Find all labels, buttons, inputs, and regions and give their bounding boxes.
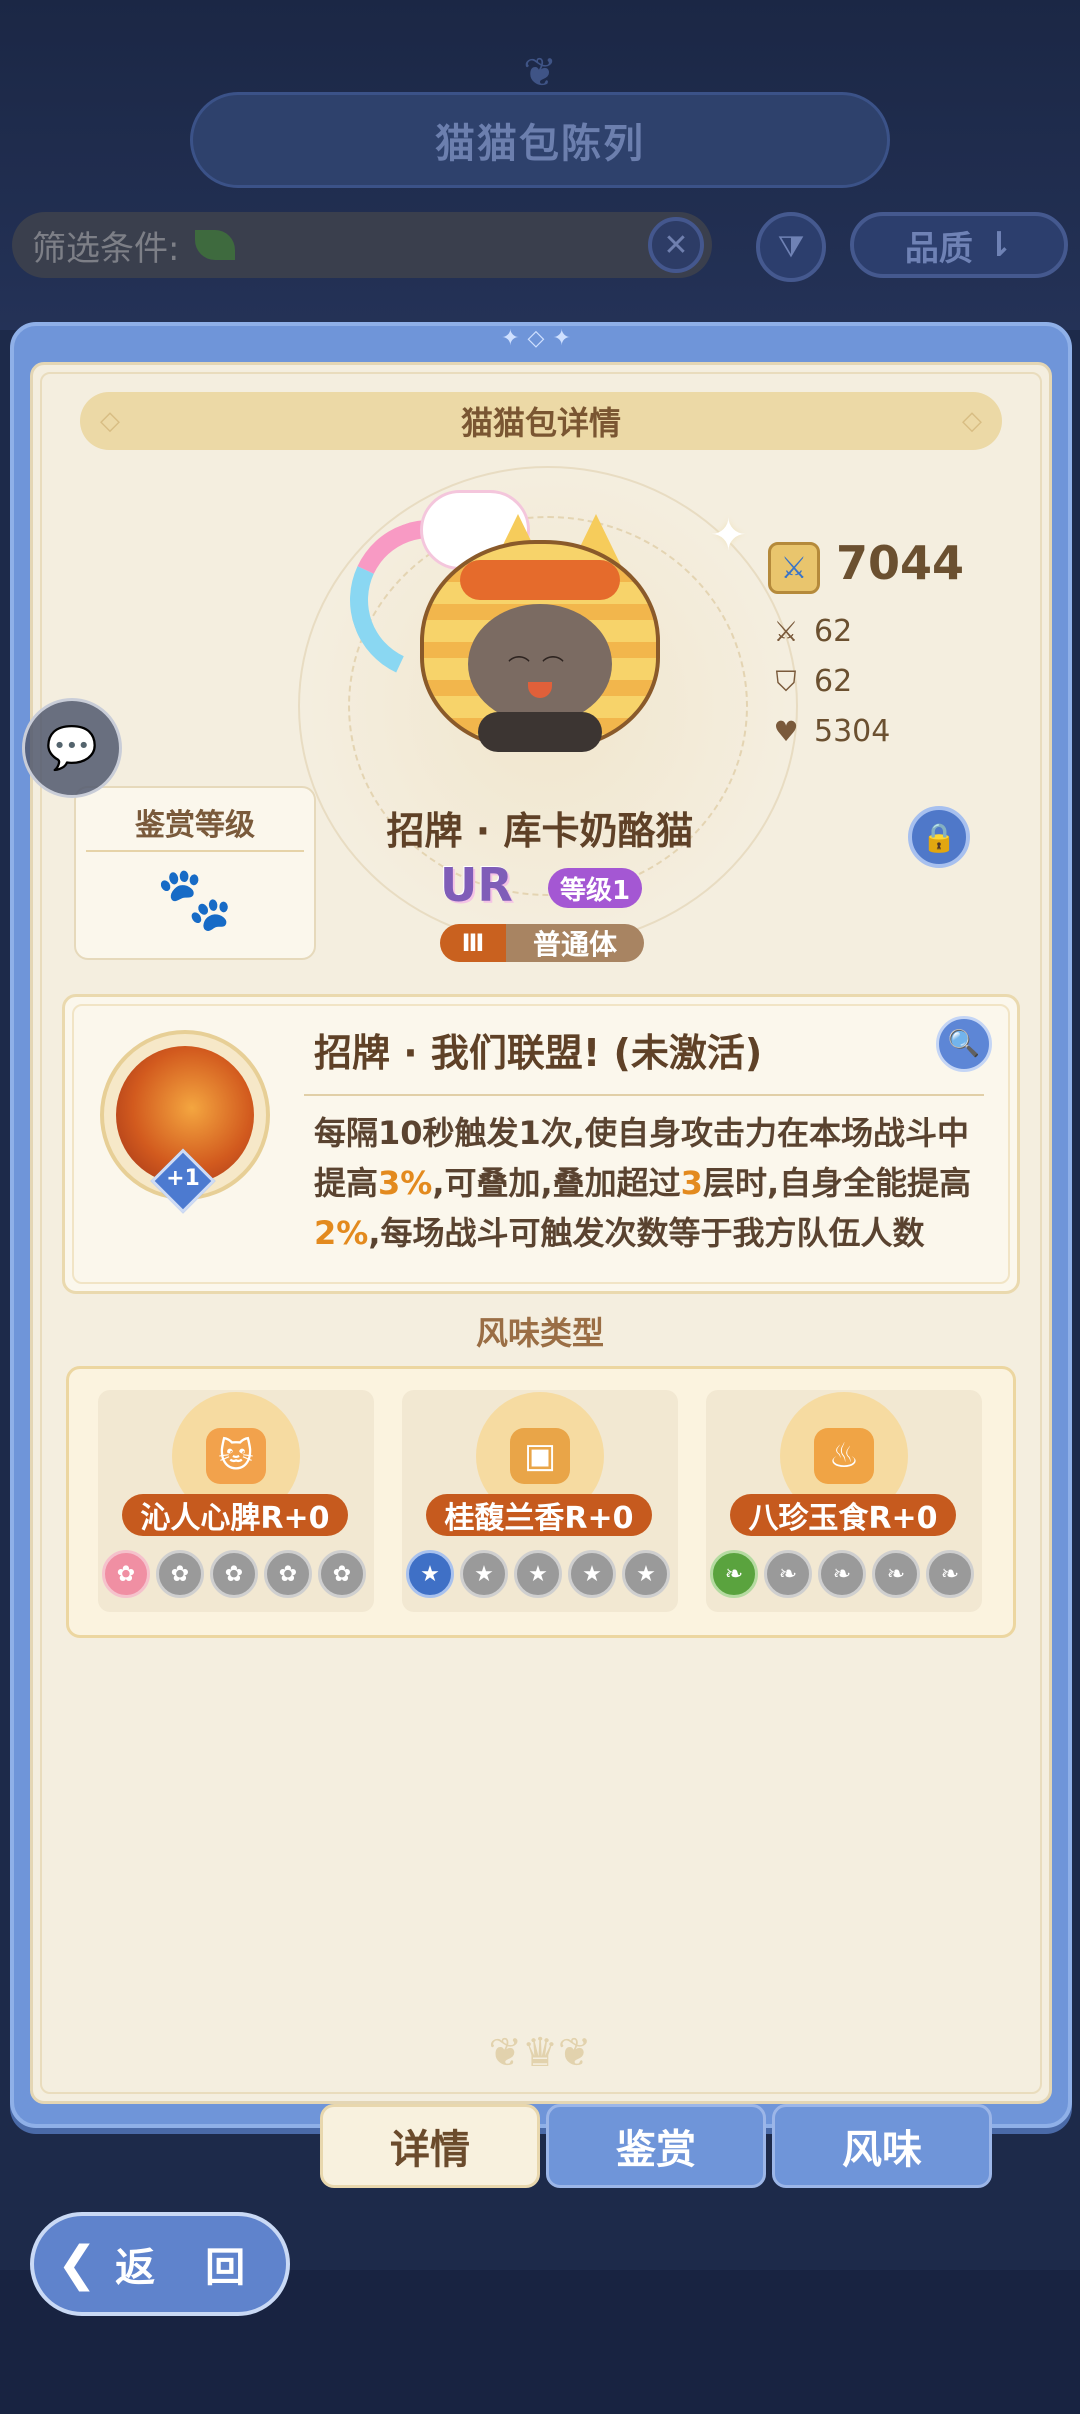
panel-gem-ornament: ✦◇✦ <box>501 326 579 351</box>
quality-sort-button[interactable]: 品质 ⇂ <box>850 212 1068 278</box>
flower-icon: ✿ <box>156 1550 204 1598</box>
paw-icon: 🐾 <box>156 862 234 935</box>
leaf-icon: ❧ <box>872 1550 920 1598</box>
flower-icon: ✿ <box>210 1550 258 1598</box>
power-value: 7044 <box>836 536 965 590</box>
attack-stat: ⚔ 62 <box>770 614 852 649</box>
defense-value: 62 <box>814 664 853 699</box>
flower-icon: ✿ <box>318 1550 366 1598</box>
skill-description[interactable]: 每隔10秒触发1次,使自身攻击力在本场战斗中提高3%,可叠加,叠加超过3层时,自… <box>314 1108 974 1268</box>
flower-icon: ✿ <box>102 1550 150 1598</box>
tab-detail[interactable]: 详情 <box>320 2104 540 2188</box>
bottom-ornament: ❦♛❦ <box>488 2030 592 2076</box>
leaf-icon: ❧ <box>818 1550 866 1598</box>
page-title: 猫猫包陈列 <box>190 92 890 188</box>
cat-name: 招牌 · 库卡奶酪猫 <box>386 809 694 853</box>
lock-icon: 🔒 <box>921 820 957 854</box>
rank-badge: Ⅲ <box>440 924 506 962</box>
level-badge: 等级1 <box>548 868 642 908</box>
filter-bar[interactable]: 筛选条件: <box>12 212 712 278</box>
lock-button[interactable]: 🔒 <box>908 806 970 868</box>
leaf-icon: ❧ <box>710 1550 758 1598</box>
attack-value: 62 <box>814 614 853 649</box>
cat-eyes: ⌒⌒ <box>507 656 576 681</box>
star-shield-icon: ★ <box>406 1550 454 1598</box>
back-arrow-icon: ❮ <box>56 2236 98 2292</box>
skill-plus-label: +1 <box>166 1166 200 1191</box>
tab-flavor[interactable]: 风味 <box>772 2104 992 2188</box>
skill-divider <box>304 1094 984 1096</box>
sparkle-icon: ✦ <box>710 510 747 561</box>
heart-icon: ♥ <box>773 715 799 748</box>
hp-stat: ♥ 5304 <box>770 714 890 749</box>
quality-label: 品质 <box>904 228 973 269</box>
back-button[interactable]: ❮ 返 回 <box>30 2212 290 2316</box>
flavor-dots: ★ ★ ★ ★ ★ <box>406 1550 670 1598</box>
cat-bow <box>460 560 620 600</box>
cat-paws <box>478 712 602 752</box>
chat-bubble-icon: 💬 <box>45 723 99 772</box>
detail-header: ◇ 猫猫包详情 ◇ <box>80 392 1002 450</box>
body-type-badge: 普通体 <box>506 924 644 962</box>
magnifier-icon: 🔍 <box>947 1029 981 1059</box>
cat-face-icon: 🐱 <box>206 1428 266 1484</box>
chat-button[interactable]: 💬 <box>22 698 122 798</box>
flower-icon: ✿ <box>264 1550 312 1598</box>
detail-header-title: 猫猫包详情 <box>460 404 621 442</box>
flavor-label: 沁人心脾R+0 <box>122 1494 348 1536</box>
flavor-label: 八珍玉食R+0 <box>730 1494 956 1536</box>
filter-icon: ⧩ <box>777 229 805 265</box>
skill-zoom-button[interactable]: 🔍 <box>936 1016 992 1072</box>
star-shield-icon: ★ <box>514 1550 562 1598</box>
skill-desc-text: 层时,自身全能提高 <box>702 1164 972 1202</box>
flavor-label: 桂馥兰香R+0 <box>426 1494 652 1536</box>
skill-desc-highlight: 2% <box>314 1214 369 1252</box>
power-shield-icon: ⚔ <box>768 542 820 594</box>
star-shield-icon: ★ <box>460 1550 508 1598</box>
flavor-title: 风味类型 <box>475 1314 604 1352</box>
clear-filter-button[interactable]: ✕ <box>648 217 704 273</box>
skill-desc-highlight: 3% <box>378 1164 433 1202</box>
sort-arrow-icon: ⇂ <box>984 225 1014 265</box>
scroll-icon: ▣ <box>510 1428 570 1484</box>
star-shield-icon: ★ <box>622 1550 670 1598</box>
defense-stat: ⛉ 62 <box>770 664 852 699</box>
skill-desc-text: ,每场战斗可触发次数等于我方队伍人数 <box>368 1214 925 1252</box>
back-label: 返 回 <box>115 2245 264 2291</box>
close-icon: ✕ <box>663 227 689 263</box>
tab-appraise[interactable]: 鉴赏 <box>546 2104 766 2188</box>
hp-value: 5304 <box>814 714 891 749</box>
filter-label: 筛选条件: <box>32 228 180 269</box>
star-shield-icon: ★ <box>568 1550 616 1598</box>
leaf-icon: ❧ <box>764 1550 812 1598</box>
skill-desc-text: ,可叠加,叠加超过 <box>432 1164 681 1202</box>
appraise-divider <box>86 850 304 852</box>
diamond-icon: ◇ <box>962 406 982 436</box>
appraise-level-title: 鉴赏等级 <box>135 808 255 843</box>
rarity-badge: UR <box>440 858 513 912</box>
flavor-dots: ✿ ✿ ✿ ✿ ✿ <box>102 1550 366 1598</box>
leaf-icon: ❧ <box>926 1550 974 1598</box>
crossed-swords-icon: ⚔ <box>773 615 799 648</box>
diamond-icon: ◇ <box>100 406 120 436</box>
skill-desc-highlight: 3 <box>680 1164 703 1202</box>
skill-name: 招牌 · 我们联盟! (未激活) <box>314 1031 763 1075</box>
filter-button[interactable]: ⧩ <box>756 212 826 282</box>
flame-icon: ♨ <box>814 1428 874 1484</box>
shield-icon: ⛉ <box>775 664 797 698</box>
leaf-icon <box>195 230 236 260</box>
flavor-dots: ❧ ❧ ❧ ❧ ❧ <box>710 1550 974 1598</box>
